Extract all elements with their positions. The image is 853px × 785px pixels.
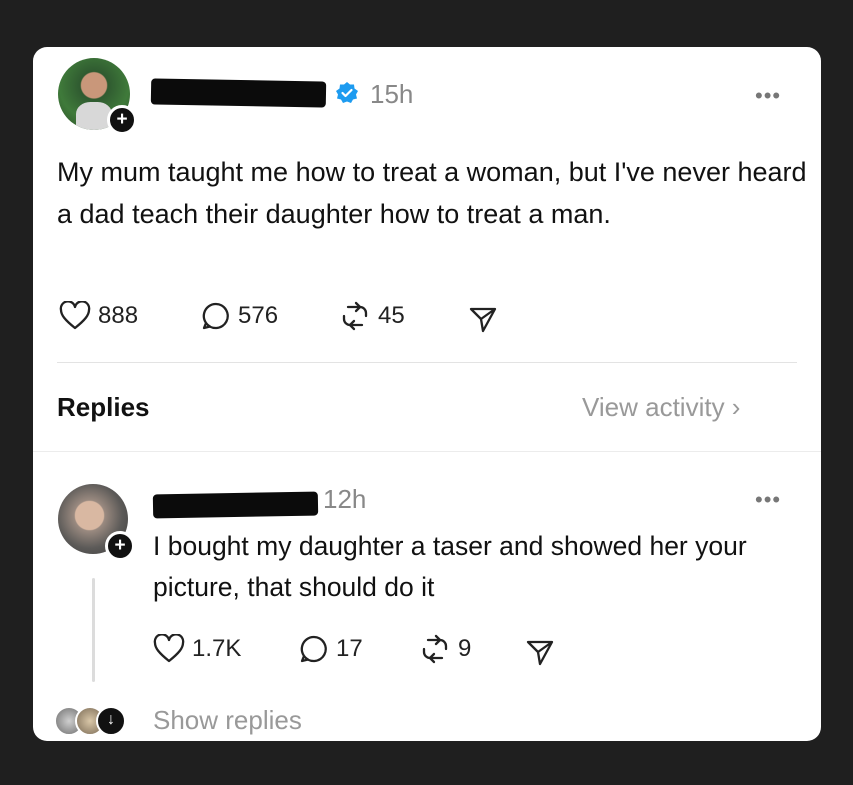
more-options-button[interactable]: ••• xyxy=(755,83,781,109)
expand-replies-icon[interactable]: ↓ xyxy=(96,706,126,736)
thread-line xyxy=(92,578,95,682)
reply-repost-count: 9 xyxy=(458,635,472,662)
follow-plus-icon[interactable]: + xyxy=(107,105,137,135)
reply-time: 12h xyxy=(323,484,367,514)
comment-count: 576 xyxy=(238,302,279,329)
share-icon[interactable] xyxy=(468,305,498,333)
repost-icon xyxy=(422,634,448,664)
repost-count: 45 xyxy=(378,302,405,329)
like-button[interactable]: 888 xyxy=(59,301,138,331)
comment-icon xyxy=(300,635,327,663)
post-text: My mum taught me how to treat a woman, b… xyxy=(57,157,807,229)
section-divider xyxy=(33,451,821,452)
replies-heading: Replies xyxy=(57,392,150,422)
post-time: 15h xyxy=(370,79,414,109)
repost-button[interactable]: 45 xyxy=(339,301,405,331)
reply-repost-button[interactable]: 9 xyxy=(419,634,471,664)
reply-like-button[interactable]: 1.7K xyxy=(153,634,241,664)
reply-comment-count: 17 xyxy=(336,635,363,662)
divider xyxy=(57,362,797,363)
heart-icon xyxy=(59,301,91,330)
redacted-reply-username xyxy=(152,491,319,519)
comment-button[interactable]: 576 xyxy=(201,301,278,331)
reply-share-icon[interactable] xyxy=(525,638,555,666)
reply-more-options-button[interactable]: ••• xyxy=(755,487,781,513)
repost-icon xyxy=(342,301,368,331)
redacted-username xyxy=(150,78,327,108)
verified-badge-icon xyxy=(336,82,358,103)
view-activity-link[interactable]: View activity › xyxy=(582,392,740,423)
reply-like-count: 1.7K xyxy=(192,635,242,662)
like-count: 888 xyxy=(98,302,139,329)
heart-icon xyxy=(153,634,185,663)
comment-icon xyxy=(202,302,229,330)
reply-text: I bought my daughter a taser and showed … xyxy=(153,531,747,602)
thread-card: + 15h ••• My mum taught me how to treat … xyxy=(33,47,821,741)
reply-follow-plus-icon[interactable]: + xyxy=(105,531,135,561)
show-replies-link[interactable]: Show replies xyxy=(153,705,302,736)
reply-comment-button[interactable]: 17 xyxy=(299,634,363,664)
